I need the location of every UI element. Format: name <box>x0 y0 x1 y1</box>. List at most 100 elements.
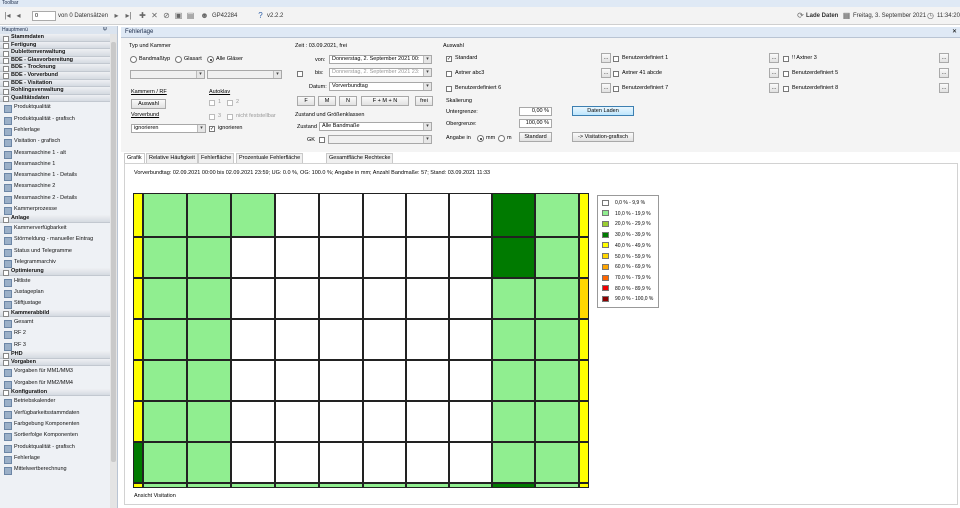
menu-item[interactable]: Stiftjustage <box>0 298 110 310</box>
visitation-grafisch-button[interactable]: -> Visitation-grafisch <box>572 132 634 142</box>
menu-section[interactable]: BDE - Vorverbund <box>0 71 110 80</box>
refresh-icon[interactable]: ⟳ <box>796 11 805 20</box>
menu-item[interactable]: Messmaschine 1 - alt <box>0 148 110 159</box>
first-record-icon[interactable]: |◂ <box>3 11 12 20</box>
menu-section[interactable]: Anlage <box>0 215 110 223</box>
menu-item[interactable]: RF 2 <box>0 328 110 340</box>
last-record-icon[interactable]: ▸| <box>124 11 133 20</box>
menu-item[interactable]: Status und Telegramme <box>0 246 110 257</box>
radio-mm[interactable] <box>477 135 484 142</box>
menu-section[interactable]: BDE - Visitation <box>0 79 110 88</box>
next-record-icon[interactable]: ▸ <box>112 11 121 20</box>
kammer-select[interactable]: ▾ <box>207 70 282 79</box>
untergrenze-input[interactable]: 0,00 % <box>519 107 552 116</box>
result-tab[interactable]: Fehlerfläche <box>198 153 235 163</box>
result-tab[interactable]: Gesamtfläche Rechtecke <box>326 153 394 163</box>
auswahl-more-button[interactable]: ... <box>939 83 949 93</box>
menu-item[interactable]: Fehlerlage <box>0 125 110 137</box>
menu-item[interactable]: Messmaschine 1 - Details <box>0 170 110 182</box>
autoklav-1-checkbox[interactable] <box>209 100 215 106</box>
radio-glasart[interactable] <box>175 56 182 63</box>
auswahl-checkbox[interactable]: ✓ <box>446 56 452 62</box>
menu-item[interactable]: Kammerverfügbarkeit <box>0 223 110 235</box>
menu-item[interactable]: Fehlerlage <box>0 453 110 465</box>
cancel-icon[interactable]: ⊘ <box>162 11 171 20</box>
menu-section[interactable]: Dublettenverwaltung <box>0 49 110 57</box>
auswahl-more-button[interactable]: ... <box>939 53 949 63</box>
auswahl-more-button[interactable]: ... <box>939 68 949 78</box>
auswahl-more-button[interactable]: ... <box>769 83 779 93</box>
autoklav-3-checkbox[interactable] <box>209 114 215 120</box>
menu-item[interactable]: Hitliste <box>0 276 110 287</box>
delete-icon[interactable]: ✕ <box>150 11 159 20</box>
shift-f-button[interactable]: F <box>297 96 315 106</box>
menu-item[interactable]: Telegrammarchiv <box>0 257 110 269</box>
scrollbar-thumb[interactable] <box>111 42 116 462</box>
zustand-select[interactable]: Alle Bandmaße ▾ <box>319 122 432 131</box>
menu-item[interactable]: RF 3 <box>0 340 110 352</box>
print-icon[interactable]: ▤ <box>186 11 195 20</box>
auswahl-checkbox[interactable] <box>613 56 619 62</box>
menu-item[interactable]: Visitation - grafisch <box>0 136 110 148</box>
pin-icon[interactable]: Ψ <box>103 26 107 34</box>
autoklav-nicht-checkbox[interactable] <box>227 114 233 120</box>
result-tab[interactable]: Grafik <box>124 153 145 163</box>
menu-item[interactable]: Farbgebung Komponenten <box>0 419 110 431</box>
bis-checkbox[interactable] <box>297 71 303 77</box>
menu-item[interactable]: Sortierfolge Komponenten <box>0 430 110 442</box>
auswahl-more-button[interactable]: ... <box>601 53 611 63</box>
shift-n-button[interactable]: N <box>339 96 357 106</box>
frei-button[interactable]: frei <box>415 96 433 106</box>
menu-item[interactable]: Messmaschine 2 <box>0 181 110 193</box>
shift-m-button[interactable]: M <box>318 96 336 106</box>
add-icon[interactable]: ✚ <box>138 11 147 20</box>
result-tab[interactable]: Prozentuale Fehlerfläche <box>236 153 304 163</box>
auswahl-more-button[interactable]: ... <box>601 68 611 78</box>
menu-section[interactable]: Konfiguration <box>0 388 110 397</box>
menu-section[interactable]: Stammdaten <box>0 34 110 42</box>
radio-bandmasstyp[interactable] <box>130 56 137 63</box>
auswahl-more-button[interactable]: ... <box>769 68 779 78</box>
menu-item[interactable]: Gesamt <box>0 317 110 329</box>
save-icon[interactable]: ▣ <box>174 11 183 20</box>
info-icon[interactable]: ? <box>256 11 265 20</box>
auswahl-button[interactable]: Auswahl <box>131 99 166 109</box>
menu-item[interactable]: Produktqualität - grafisch <box>0 114 110 125</box>
menu-item[interactable]: Produktqualität - grafisch <box>0 442 110 453</box>
prev-record-icon[interactable]: ◂ <box>14 11 23 20</box>
bis-date-select[interactable]: Donnerstag, 2. September 2021 23: ▾ <box>329 68 432 77</box>
menu-section[interactable]: PHD <box>0 351 110 359</box>
autoklav-2-checkbox[interactable] <box>227 100 233 106</box>
close-icon[interactable]: ✕ <box>952 28 957 35</box>
menu-item[interactable]: Vorgaben für MM2/MM4 <box>0 378 110 389</box>
menu-item[interactable]: Justageplan <box>0 287 110 299</box>
menu-section[interactable]: BDE - Trocknung <box>0 64 110 72</box>
menu-item[interactable]: Vorgaben für MM1/MM3 <box>0 366 110 378</box>
auswahl-checkbox[interactable] <box>783 71 789 77</box>
menu-scrollbar[interactable] <box>110 34 117 508</box>
gk-checkbox[interactable] <box>319 137 325 143</box>
auswahl-checkbox[interactable] <box>783 86 789 92</box>
menu-item[interactable]: Verfügbarkeitsstammdaten <box>0 408 110 420</box>
menu-section[interactable]: Optimierung <box>0 268 110 276</box>
auswahl-checkbox[interactable] <box>783 56 789 62</box>
record-input[interactable]: 0 <box>32 11 56 21</box>
typ-select[interactable]: ▾ <box>130 70 205 79</box>
auswahl-checkbox[interactable] <box>613 71 619 77</box>
auswahl-checkbox[interactable] <box>446 71 452 77</box>
menu-item[interactable]: Störmeldung - manueller Eintrag <box>0 234 110 246</box>
datum-select[interactable]: Vorverbundtag ▾ <box>329 82 432 91</box>
menu-section[interactable]: Vorgaben <box>0 358 110 367</box>
daten-laden-button[interactable]: Daten Laden <box>572 106 634 116</box>
menu-item[interactable]: Messmaschine 1 <box>0 159 110 171</box>
menu-section[interactable]: Qualitätsdaten <box>0 94 110 103</box>
menu-item[interactable]: Produktqualität <box>0 102 110 114</box>
gk-select[interactable]: ▾ <box>328 135 432 144</box>
menu-section[interactable]: Kammerabbild <box>0 309 110 318</box>
vorverbund-select[interactable]: ignorieren ▾ <box>131 124 206 133</box>
menu-item[interactable]: Mittelwertberechnung <box>0 464 110 476</box>
result-tab[interactable]: Relative Häufigkeit <box>146 153 198 163</box>
auswahl-more-button[interactable]: ... <box>769 53 779 63</box>
auswahl-more-button[interactable]: ... <box>601 83 611 93</box>
shift-fmn-button[interactable]: F + M + N <box>361 96 409 106</box>
